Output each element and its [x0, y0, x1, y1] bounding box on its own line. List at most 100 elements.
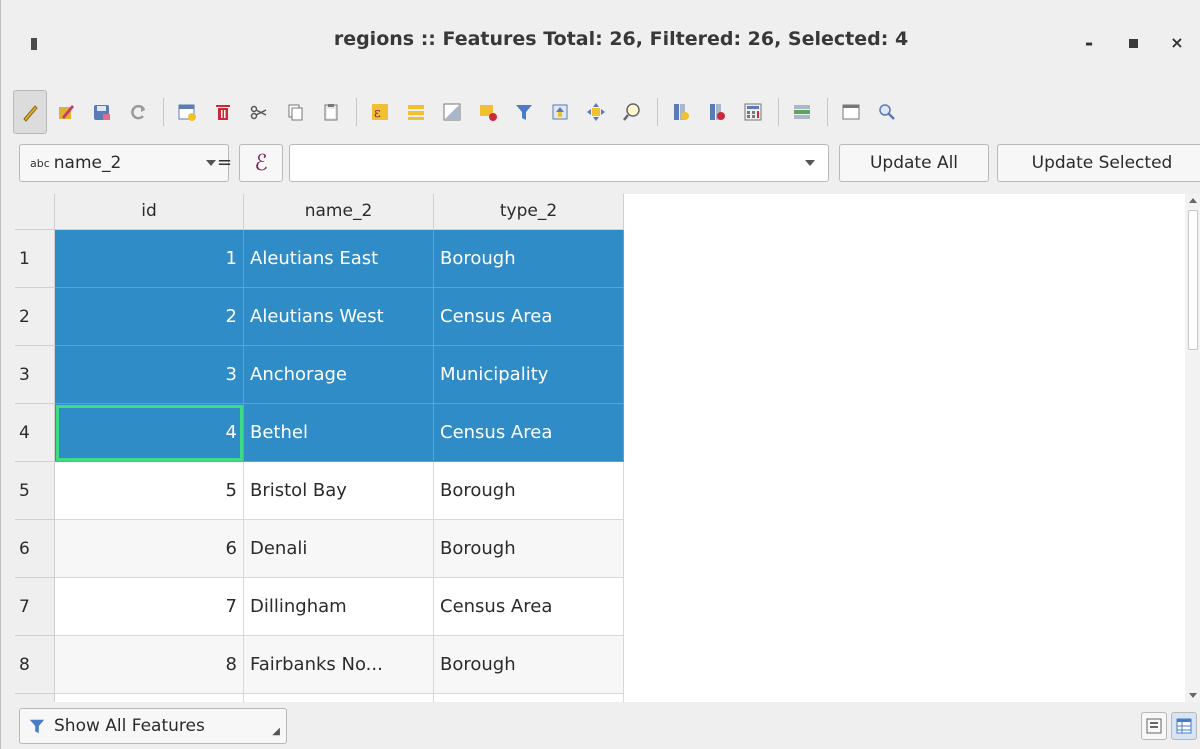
dock-icon [842, 104, 860, 120]
update-selected-button[interactable]: Update Selected [997, 144, 1200, 182]
cell-name-2[interactable]: Aleutians West [244, 288, 434, 346]
delete-field-button[interactable] [700, 90, 734, 134]
cell-name-2[interactable] [244, 694, 434, 702]
cell-id[interactable]: 1 [55, 230, 244, 288]
column-header-name-2[interactable]: name_2 [244, 194, 434, 230]
cell-name-2[interactable]: Bethel [244, 404, 434, 462]
invert-selection-button[interactable] [435, 90, 469, 134]
row-header[interactable]: 8 [15, 636, 55, 694]
deselect-all-button[interactable] [471, 90, 505, 134]
chevron-down-icon[interactable] [805, 160, 815, 166]
table-row[interactable]: 2 2 Aleutians West Census Area [15, 288, 625, 346]
field-calculator-icon [744, 103, 762, 121]
dock-button[interactable] [834, 90, 868, 134]
reload-icon [131, 104, 146, 120]
table-row[interactable]: 8 8 Fairbanks No... Borough [15, 636, 625, 694]
save-edits-button[interactable] [85, 90, 119, 134]
table-row[interactable]: 6 6 Denali Borough [15, 520, 625, 578]
cell-name-2[interactable]: Aleutians East [244, 230, 434, 288]
cell-type-2[interactable]: Municipality [434, 346, 624, 404]
multi-edit-button[interactable] [49, 90, 83, 134]
cell-type-2[interactable]: Census Area [434, 288, 624, 346]
table-corner[interactable] [15, 194, 55, 230]
copy-button[interactable] [278, 90, 312, 134]
filter-icon [29, 719, 45, 734]
new-field-button[interactable] [664, 90, 698, 134]
row-header[interactable] [15, 694, 55, 702]
scroll-down-icon[interactable] [1189, 693, 1197, 698]
cell-id[interactable]: 6 [55, 520, 244, 578]
row-header[interactable]: 3 [15, 346, 55, 404]
cell-type-2[interactable]: Borough [434, 520, 624, 578]
maximize-icon [1128, 39, 1138, 48]
table-row[interactable]: 5 5 Bristol Bay Borough [15, 462, 625, 520]
toolbar-separator [778, 98, 779, 126]
cell-type-2[interactable] [434, 694, 624, 702]
cut-button[interactable] [242, 90, 276, 134]
column-header-type-2[interactable]: type_2 [434, 194, 624, 230]
filter-select-button[interactable] [507, 90, 541, 134]
reload-button[interactable] [121, 90, 155, 134]
cell-name-2[interactable]: Anchorage [244, 346, 434, 404]
move-selection-top-button[interactable] [543, 90, 577, 134]
cell-name-2[interactable]: Bristol Bay [244, 462, 434, 520]
row-header[interactable]: 5 [15, 462, 55, 520]
expression-builder-button[interactable]: ℰ [239, 144, 283, 182]
field-select[interactable]: abc name_2 [19, 144, 229, 182]
paste-icon [324, 104, 338, 121]
table-row[interactable]: 7 7 Dillingham Census Area [15, 578, 625, 636]
paste-button[interactable] [314, 90, 348, 134]
row-header[interactable]: 4 [15, 404, 55, 462]
title-bar[interactable]: regions :: Features Total: 26, Filtered:… [1, 0, 1200, 86]
cell-type-2[interactable]: Borough [434, 636, 624, 694]
delete-feature-button[interactable] [206, 90, 240, 134]
field-calculator-button[interactable] [736, 90, 770, 134]
cell-id[interactable]: 7 [55, 578, 244, 636]
select-by-expression-icon: ε [372, 104, 388, 121]
actions-icon [879, 104, 895, 120]
cell-name-2[interactable]: Denali [244, 520, 434, 578]
expression-input[interactable] [289, 144, 829, 182]
table-view-button[interactable] [1171, 712, 1197, 740]
toggle-editing-button[interactable] [13, 90, 47, 134]
attribute-table-window: regions :: Features Total: 26, Filtered:… [0, 0, 1200, 749]
row-header[interactable]: 1 [15, 230, 55, 288]
scrollbar-thumb[interactable] [1188, 210, 1198, 350]
cell-id[interactable]: 2 [55, 288, 244, 346]
table-row[interactable]: 4 4 Bethel Census Area [15, 404, 625, 462]
select-all-button[interactable] [399, 90, 433, 134]
vertical-scrollbar[interactable] [1185, 194, 1200, 702]
feature-filter-button[interactable]: Show All Features ◢ [19, 708, 287, 744]
zoom-to-selection-button[interactable] [615, 90, 649, 134]
table-row[interactable]: 1 1 Aleutians East Borough [15, 230, 625, 288]
cell-id[interactable]: 5 [55, 462, 244, 520]
cell-id[interactable] [55, 694, 244, 702]
table-row[interactable]: 3 3 Anchorage Municipality [15, 346, 625, 404]
cell-id[interactable]: 4 [55, 404, 244, 462]
cell-type-2[interactable]: Borough [434, 462, 624, 520]
copy-icon [288, 104, 303, 121]
table-row[interactable] [15, 694, 625, 702]
form-view-button[interactable] [1141, 712, 1167, 740]
minimize-button[interactable]: - [1077, 30, 1101, 56]
cell-id[interactable]: 8 [55, 636, 244, 694]
cell-type-2[interactable]: Borough [434, 230, 624, 288]
row-header[interactable]: 6 [15, 520, 55, 578]
row-header[interactable]: 7 [15, 578, 55, 636]
scroll-up-icon[interactable] [1189, 198, 1197, 203]
conditional-formatting-button[interactable] [785, 90, 819, 134]
row-header[interactable]: 2 [15, 288, 55, 346]
add-feature-button[interactable] [170, 90, 204, 134]
cell-id[interactable]: 3 [55, 346, 244, 404]
close-button[interactable]: × [1165, 30, 1189, 56]
column-header-id[interactable]: id [55, 194, 244, 230]
pan-to-selection-button[interactable] [579, 90, 613, 134]
maximize-button[interactable] [1121, 30, 1145, 56]
actions-button[interactable] [870, 90, 904, 134]
cell-name-2[interactable]: Fairbanks No... [244, 636, 434, 694]
cell-type-2[interactable]: Census Area [434, 404, 624, 462]
update-all-button[interactable]: Update All [839, 144, 989, 182]
cell-type-2[interactable]: Census Area [434, 578, 624, 636]
select-by-expression-button[interactable]: ε [363, 90, 397, 134]
cell-name-2[interactable]: Dillingham [244, 578, 434, 636]
